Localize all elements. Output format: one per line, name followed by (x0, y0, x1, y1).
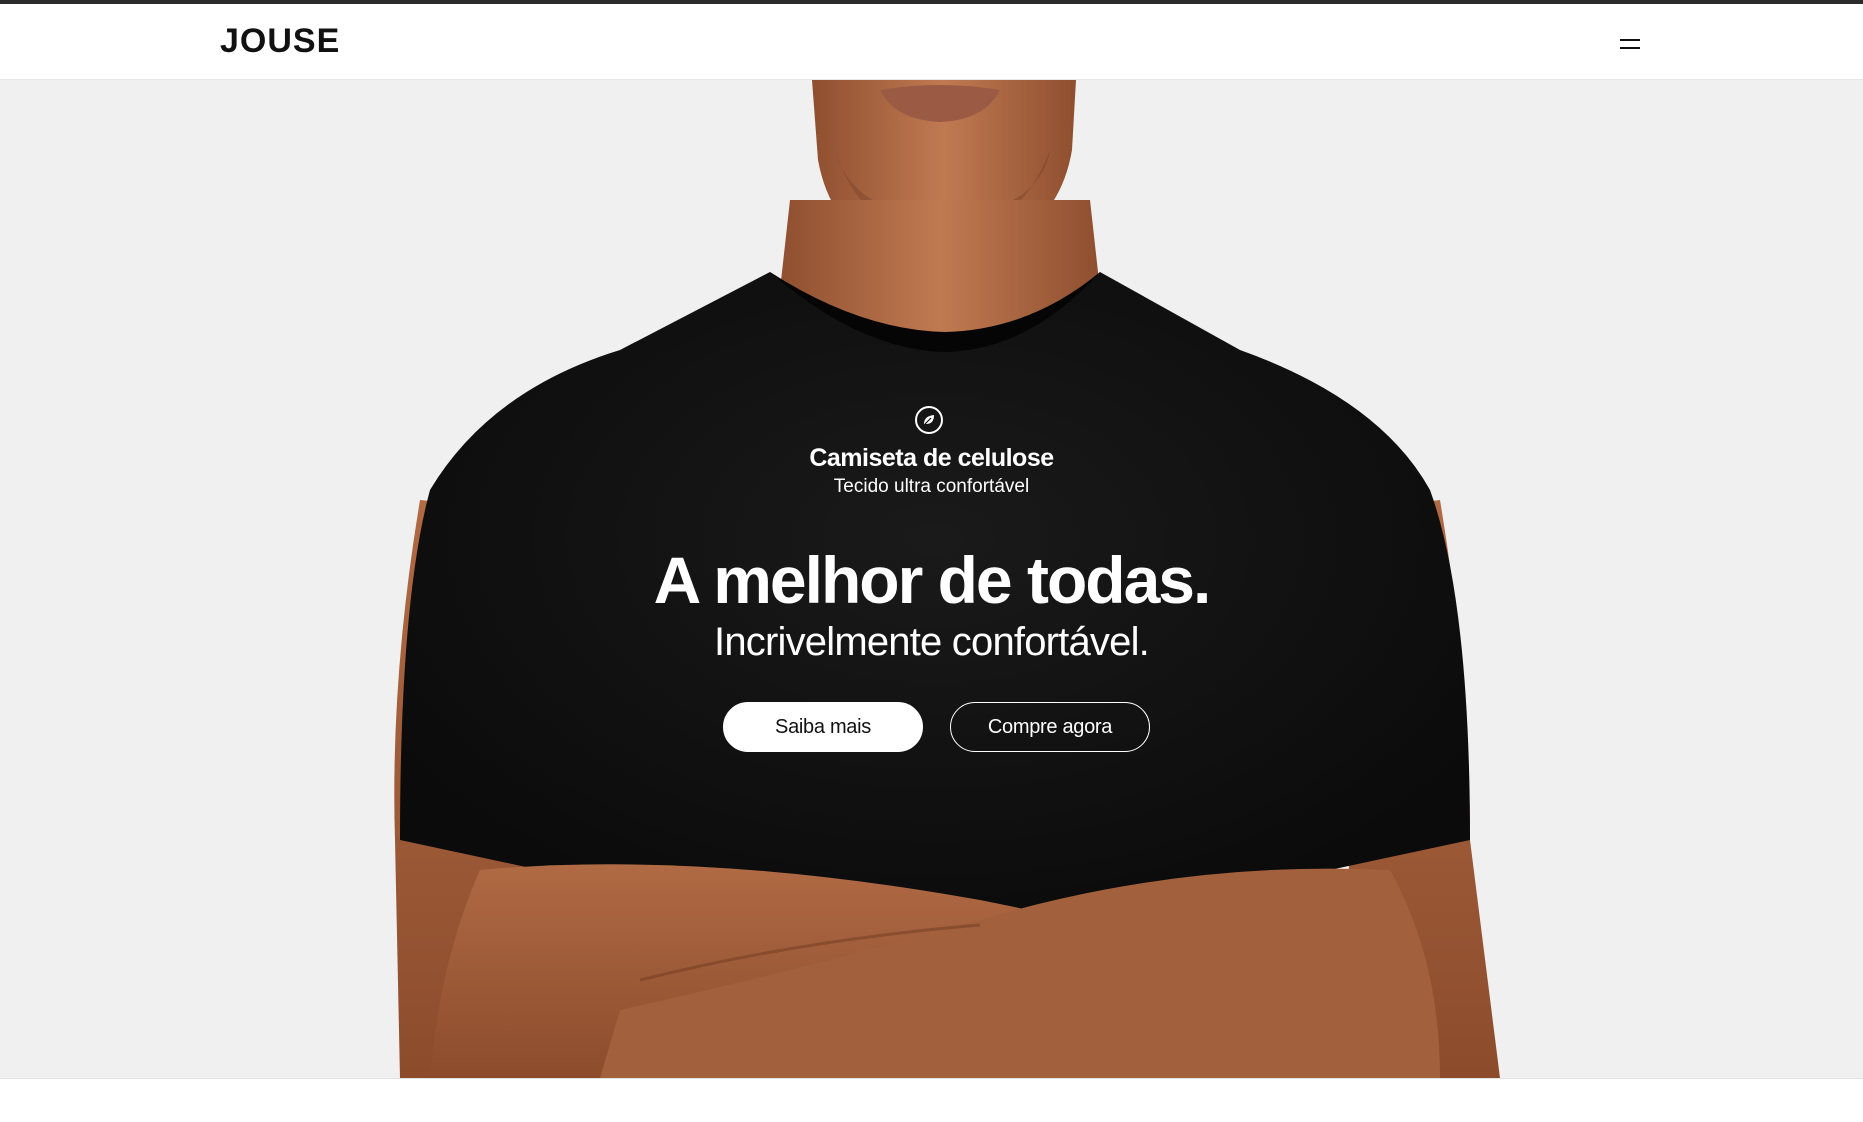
menu-bar-top (1620, 39, 1640, 41)
leaf-icon (915, 406, 943, 434)
buy-now-button[interactable]: Compre agora (950, 702, 1150, 752)
menu-bar-bottom (1620, 47, 1640, 49)
hero-subheadline: Incrivelmente confortável. (714, 620, 1150, 664)
hero-section: Camiseta de celulose Tecido ultra confor… (0, 80, 1863, 1078)
product-name: Camiseta de celulose (809, 444, 1054, 472)
hero-headline: A melhor de todas. (653, 543, 1212, 617)
brand-logo[interactable]: JOUSE (220, 22, 340, 61)
hero-content: Camiseta de celulose Tecido ultra confor… (0, 80, 1863, 1078)
hamburger-menu-icon[interactable] (1615, 28, 1645, 58)
next-section-edge (0, 1078, 1863, 1122)
site-header: JOUSE (0, 4, 1863, 80)
product-subtitle: Tecido ultra confortável (833, 476, 1030, 497)
learn-more-button[interactable]: Saiba mais (723, 702, 923, 752)
